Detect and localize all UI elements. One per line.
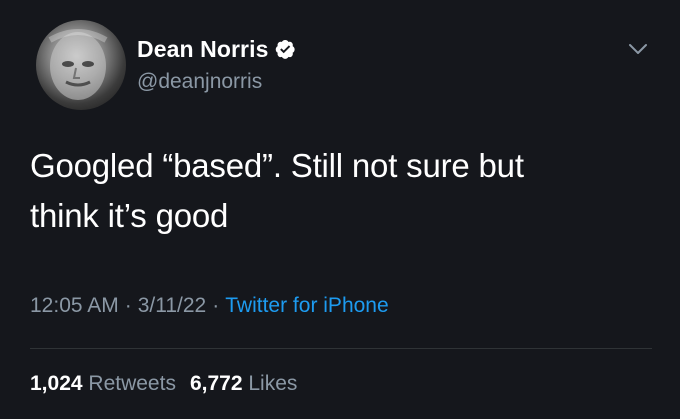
avatar-portrait (48, 29, 108, 100)
tweet-card: Dean Norris @deanjnorris Googled “based”… (0, 0, 680, 419)
tweet-text: Googled “based”. Still not sure but thin… (30, 141, 650, 241)
tweet-source-link[interactable]: Twitter for iPhone (225, 294, 388, 317)
tweet-date[interactable]: 3/11/22 (138, 294, 207, 317)
likes-stat[interactable]: 6,772 Likes (190, 372, 297, 395)
meta-separator: · (212, 294, 220, 317)
retweets-label: Retweets (88, 372, 176, 395)
tweet-time[interactable]: 12:05 AM (30, 294, 119, 317)
tweet-text-line-1: Googled “based”. Still not sure but (30, 147, 524, 184)
likes-count: 6,772 (189, 372, 243, 395)
verified-badge-icon (274, 38, 296, 60)
tweet-stats: 1,024 Retweets 6,772 Likes (30, 372, 297, 396)
retweets-stat[interactable]: 1,024 Retweets (30, 372, 176, 395)
name-row: Dean Norris (137, 34, 296, 64)
likes-label: Likes (248, 372, 298, 395)
tweet-text-line-2: think it’s good (30, 197, 229, 234)
divider (30, 348, 652, 349)
user-handle[interactable]: @deanjnorris (137, 70, 262, 94)
retweets-count: 1,024 (30, 372, 83, 395)
display-name[interactable]: Dean Norris (137, 36, 268, 63)
chevron-down-icon[interactable] (625, 38, 651, 60)
avatar[interactable] (36, 20, 126, 110)
meta-separator: · (124, 294, 132, 317)
tweet-meta: 12:05 AM · 3/11/22 · Twitter for iPhone (30, 294, 389, 318)
